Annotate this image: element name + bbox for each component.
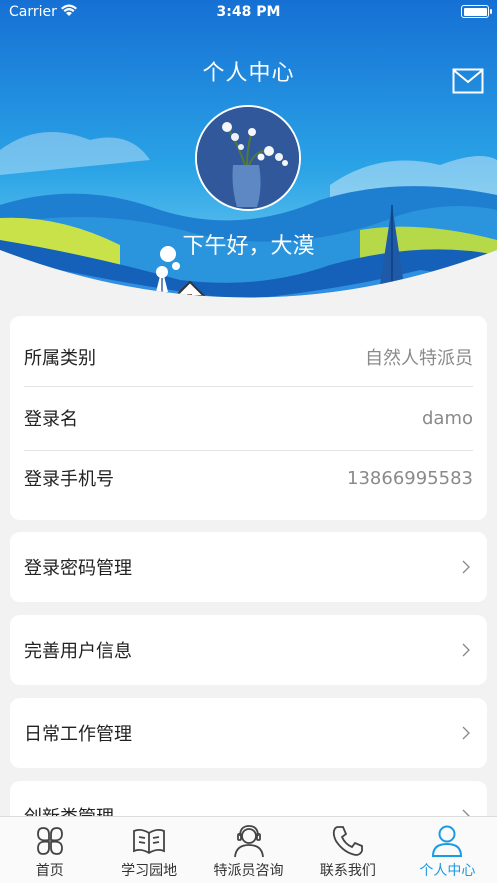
- login-name-value: damo: [421, 407, 473, 429]
- account-info-card: 所属类别 自然人特派员 登录名 damo 登录手机号 13866995583: [10, 316, 487, 520]
- book-icon: [133, 828, 166, 855]
- login-name-row: 登录名 damo: [24, 388, 473, 448]
- tab-contact[interactable]: 联系我们: [298, 817, 397, 883]
- category-row: 所属类别 自然人特派员: [24, 327, 473, 387]
- tab-bar: 首页 学习园地 特派员咨询 联系我们 个人中心: [0, 816, 497, 883]
- tab-study-label: 学习园地: [121, 863, 178, 879]
- chevron-right-icon: [462, 560, 470, 574]
- battery-cap: [490, 9, 492, 14]
- tab-consult-label: 特派员咨询: [213, 863, 284, 879]
- clock-label: 3:48 PM: [216, 4, 281, 20]
- menu-daily-work-label: 日常工作管理: [24, 724, 132, 745]
- tab-contact-label: 联系我们: [319, 863, 376, 879]
- mail-icon[interactable]: [452, 67, 484, 95]
- menu-password[interactable]: 登录密码管理: [10, 532, 487, 602]
- chevron-right-icon: [462, 643, 470, 657]
- menu-password-label: 登录密码管理: [24, 558, 132, 579]
- phone-icon: [332, 826, 363, 856]
- greeting-text: 下午好，大漠: [182, 234, 315, 259]
- tab-consult[interactable]: 特派员咨询: [199, 817, 298, 883]
- menu-user-info[interactable]: 完善用户信息: [10, 615, 487, 685]
- menu-user-info-label: 完善用户信息: [24, 641, 132, 662]
- page-title: 个人中心: [202, 61, 295, 86]
- phone-label: 登录手机号: [24, 469, 114, 490]
- tab-profile[interactable]: 个人中心: [398, 817, 497, 883]
- clover-icon: [36, 827, 63, 855]
- avatar[interactable]: [195, 105, 301, 211]
- divider: [24, 386, 473, 387]
- headset-user-icon: [233, 825, 264, 858]
- status-bar: Carrier 3:48 PM: [0, 0, 497, 26]
- chevron-right-icon: [462, 726, 470, 740]
- avatar-image: [197, 107, 299, 209]
- battery-icon: [461, 5, 489, 18]
- menu-daily-work[interactable]: 日常工作管理: [10, 698, 487, 768]
- phone-value: 13866995583: [347, 467, 473, 489]
- tab-home[interactable]: 首页: [0, 817, 99, 883]
- user-icon: [432, 825, 463, 857]
- category-label: 所属类别: [24, 348, 96, 369]
- login-name-label: 登录名: [24, 409, 78, 430]
- phone-row: 登录手机号 13866995583: [24, 448, 473, 508]
- category-value: 自然人特派员: [365, 348, 473, 369]
- tab-home-label: 首页: [35, 863, 64, 879]
- tab-study[interactable]: 学习园地: [99, 817, 198, 883]
- tab-profile-label: 个人中心: [419, 863, 476, 879]
